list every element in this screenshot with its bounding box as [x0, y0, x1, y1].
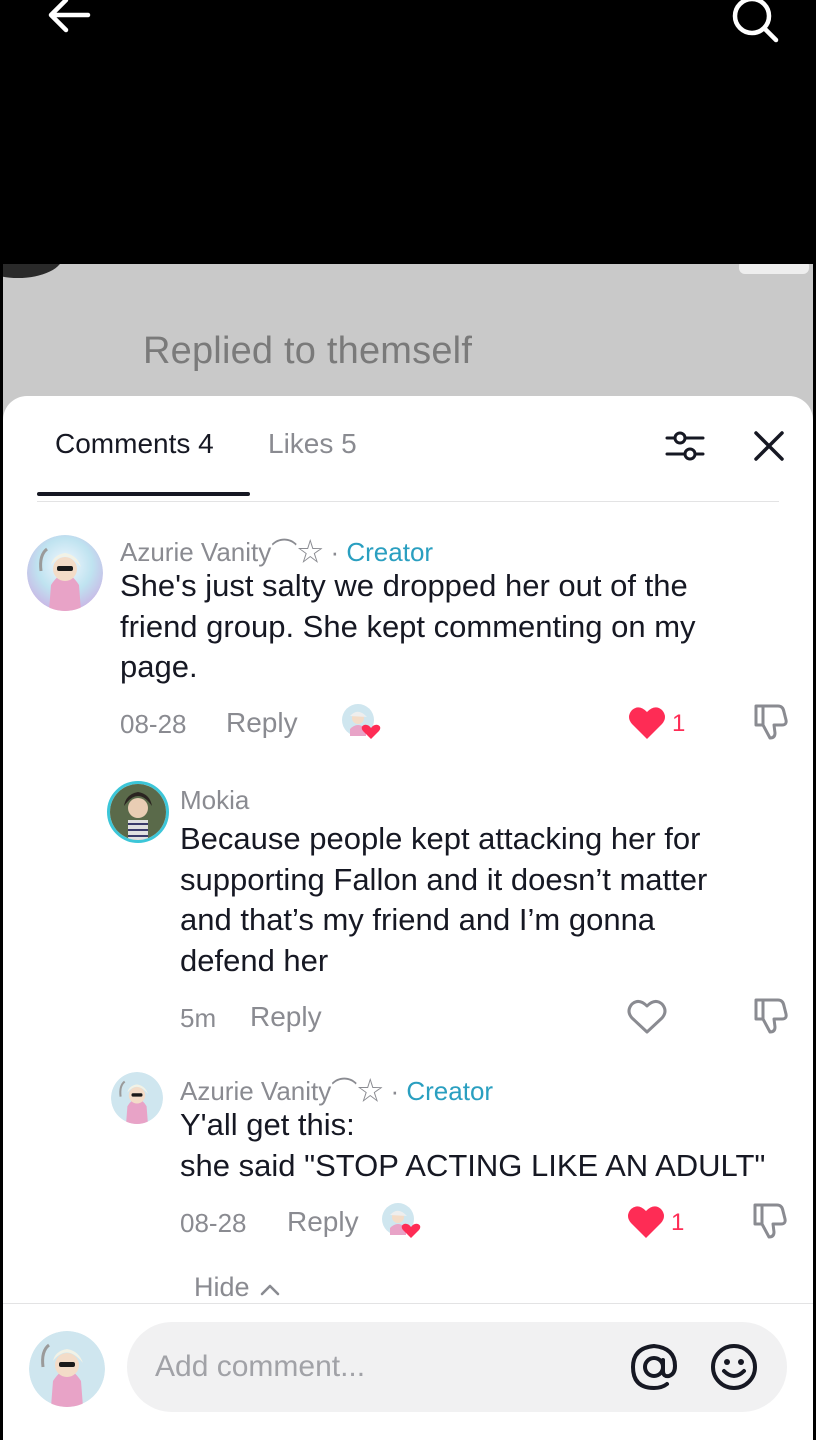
like-count: 1 [671, 1209, 685, 1236]
preview-shape [3, 264, 63, 278]
dislike-button[interactable] [750, 702, 790, 742]
close-button[interactable] [751, 428, 787, 464]
comment-line: supporting Fallon and it doesn’t matter [180, 861, 708, 897]
heart-outline-icon [627, 999, 667, 1034]
comment-date: 08-28 [180, 1208, 247, 1238]
comment-text: Y'all get this: she said "STOP ACTING LI… [180, 1105, 765, 1186]
like-button[interactable] [627, 999, 667, 1035]
filter-button[interactable] [663, 426, 707, 466]
dislike-button[interactable] [749, 1201, 789, 1241]
heart-filled-icon [629, 707, 665, 739]
comment-line: defend her [180, 942, 329, 978]
emoji-button[interactable] [707, 1340, 761, 1394]
at-icon [630, 1343, 678, 1391]
comment-text: She's just salty we dropped her out of t… [120, 566, 696, 688]
like-count: 1 [672, 710, 686, 737]
chevron-up-icon [260, 1284, 280, 1296]
hide-label: Hide [194, 1272, 250, 1302]
thumbs-down-icon [754, 998, 788, 1034]
separator: · [383, 1076, 407, 1106]
username-text: Azurie Vanity⌒☆ [180, 1076, 384, 1106]
sliders-icon [665, 431, 705, 461]
comment-date: 5m [180, 1003, 217, 1033]
dislike-button[interactable] [750, 996, 790, 1036]
like-button[interactable] [627, 705, 667, 741]
comment-line: friend group. She kept commenting on my [120, 608, 696, 644]
app-screen: Replied to themself Comments 4 Likes 5 A… [0, 0, 816, 1440]
mention-button[interactable] [627, 1340, 681, 1394]
avatar[interactable] [107, 781, 169, 843]
comment-username[interactable]: Azurie Vanity⌒☆ · Creator [120, 532, 433, 569]
thumbs-down-icon [753, 1203, 787, 1239]
comments-sheet: Comments 4 Likes 5 Azurie Vanity⌒☆ · Cre… [3, 396, 813, 1440]
close-icon [754, 431, 784, 461]
comment-composer [127, 1322, 787, 1412]
comment-input[interactable] [155, 1322, 615, 1412]
emoji-icon [711, 1344, 757, 1390]
comment-line: page. [120, 649, 198, 684]
comment-line: and that’s my friend and I’m gonna [180, 902, 656, 937]
active-tab-indicator [37, 492, 250, 496]
separator: · [323, 537, 347, 567]
search-icon [732, 0, 779, 43]
current-user-avatar[interactable] [29, 1331, 105, 1407]
thumbs-down-icon [754, 704, 788, 740]
search-button[interactable] [728, 0, 782, 44]
like-button[interactable] [626, 1204, 666, 1240]
heart-filled-icon [628, 1206, 664, 1238]
divider [3, 1303, 813, 1304]
video-area [0, 0, 816, 264]
back-button[interactable] [44, 0, 94, 38]
comment-line: she said "STOP ACTING LIKE AN ADULT" [180, 1147, 766, 1183]
reply-button[interactable]: Reply [287, 1206, 359, 1238]
preview-caption: Replied to themself [143, 330, 473, 372]
creator-liked-avatar [381, 1202, 421, 1238]
creator-badge: Creator [406, 1076, 494, 1106]
comment-line: She's just salty we dropped her out of t… [120, 568, 688, 603]
creator-liked-avatar [341, 703, 381, 739]
tab-comments[interactable]: Comments 4 [55, 428, 214, 460]
hide-replies-button[interactable]: Hide [194, 1272, 281, 1303]
comment-line: Y'all get this: [180, 1107, 355, 1142]
tab-likes[interactable]: Likes 5 [268, 428, 357, 460]
avatar[interactable] [111, 1072, 163, 1124]
comment-username[interactable]: Azurie Vanity⌒☆ · Creator [180, 1071, 493, 1108]
comment-text: Because people kept attacking her for su… [180, 819, 707, 981]
creator-badge: Creator [346, 537, 434, 567]
reply-button[interactable]: Reply [226, 707, 298, 739]
avatar[interactable] [27, 535, 103, 611]
reply-button[interactable]: Reply [250, 1001, 322, 1033]
divider [37, 501, 779, 502]
comment-username[interactable]: Mokia [180, 785, 249, 816]
username-text: Azurie Vanity⌒☆ [120, 537, 324, 567]
comment-line: Because people kept attacking her for [180, 821, 701, 856]
arrow-left-icon [48, 0, 91, 33]
comment-date: 08-28 [120, 709, 187, 739]
preview-shape [739, 264, 809, 274]
